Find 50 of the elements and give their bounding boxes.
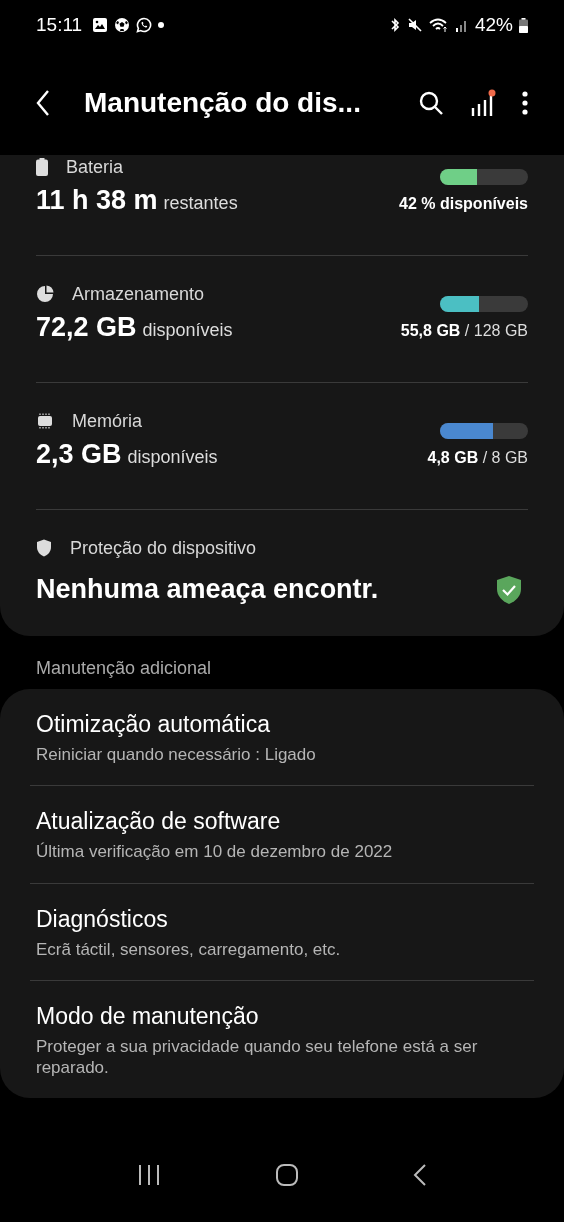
battery-icon <box>36 158 48 176</box>
value-text: 2,3 GB <box>36 439 122 470</box>
chip-icon <box>36 413 54 429</box>
battery-icon <box>519 17 528 33</box>
value-text: 11 h 38 m <box>36 185 158 216</box>
item-title: Otimização automática <box>36 711 271 738</box>
shield-icon <box>36 539 52 557</box>
bluetooth-icon <box>388 17 401 33</box>
shield-check-icon <box>496 574 522 605</box>
pie-chart-icon <box>36 285 54 303</box>
mute-icon <box>406 17 423 33</box>
recent-apps-icon[interactable] <box>137 1164 161 1186</box>
item-title: Modo de manutenção <box>36 1002 260 1030</box>
unit-text: restantes <box>163 193 238 214</box>
back-nav-icon[interactable] <box>413 1163 427 1187</box>
list-item[interactable]: Atualização de software Última verificação em 10 de dezembro de 2022 <box>30 785 534 883</box>
section-header: Manutenção adicional <box>35 657 213 680</box>
item-subtitle: Reiniciar quando necessário : Ligado <box>36 744 317 766</box>
list-item[interactable]: Otimização automática Reiniciar quando necessário : Ligado <box>30 689 534 786</box>
usage-reading: 42 % disponíveis <box>399 194 528 213</box>
list-item[interactable]: Modo de manutenção Proteger a sua privacidade quando seu telefone está a ser reparado. <box>30 979 534 1099</box>
item-subtitle: Ecrã táctil, sensores, carregamento, etc. <box>36 938 342 960</box>
page-title: Manutenção do dis... <box>84 86 362 119</box>
item-title: Atualização de software <box>36 808 282 836</box>
item-subtitle: Última verificação em 10 de dezembro de 2022 <box>36 841 394 863</box>
home-icon[interactable] <box>275 1163 299 1187</box>
section-label: Memória <box>72 410 142 432</box>
bar-chart-icon[interactable] <box>470 88 496 117</box>
usage-reading: 55,8 GB / 128 GB <box>400 321 528 340</box>
section-label: Proteção do dispositivo <box>70 537 257 559</box>
more-options-icon[interactable] <box>522 89 528 116</box>
status-text: Nenhuma ameaça encontr. <box>36 574 379 605</box>
usage-reading: 4,8 GB / 8 GB <box>427 448 528 467</box>
item-subtitle: Proteger a sua privacidade quando seu telefone está a ser reparado. <box>36 1035 479 1079</box>
status-time: 15:11 <box>36 14 83 36</box>
search-icon[interactable] <box>418 89 444 116</box>
gallery-icon <box>92 17 109 33</box>
value-text: 72,2 GB <box>36 312 137 343</box>
section-label: Armazenamento <box>72 283 205 305</box>
soccer-ball-icon <box>114 17 131 33</box>
battery-percent: 42% <box>474 14 513 36</box>
chat-bubble-icon <box>136 17 153 33</box>
section-label: Bateria <box>66 156 124 178</box>
dot-icon <box>158 22 165 28</box>
list-item[interactable]: Diagnósticos Ecrã táctil, sensores, carregamento, etc. <box>30 882 534 980</box>
unit-text: disponíveis <box>142 320 233 341</box>
unit-text: disponíveis <box>127 447 218 468</box>
back-icon[interactable] <box>36 88 50 117</box>
wifi-icon <box>428 17 449 33</box>
item-title: Diagnósticos <box>36 905 169 933</box>
